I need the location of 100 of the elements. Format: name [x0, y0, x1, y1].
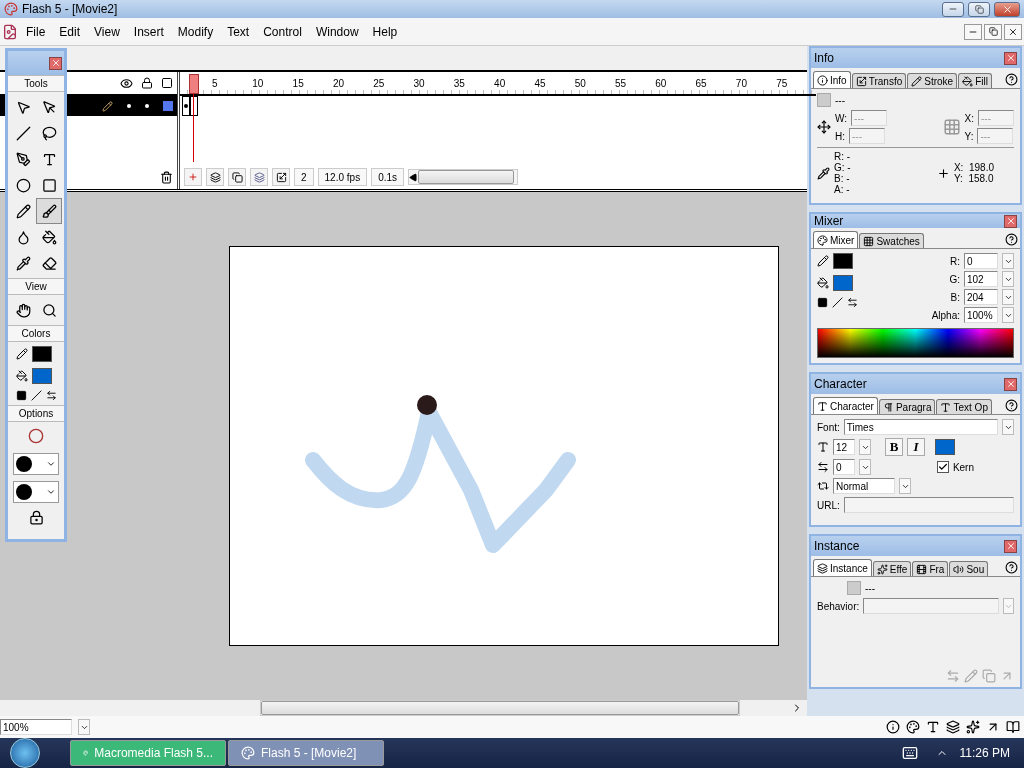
lock-dot[interactable]	[145, 104, 149, 108]
italic-button[interactable]: I	[907, 438, 925, 456]
menu-item[interactable]: Window	[309, 22, 365, 41]
channel-field[interactable]: 204	[964, 289, 998, 305]
eye-icon[interactable]	[120, 76, 133, 90]
channel-field[interactable]: 100%	[964, 307, 998, 323]
text-icon[interactable]	[926, 720, 940, 734]
maximize-button[interactable]	[968, 1, 990, 17]
swap-colors-icon[interactable]	[45, 390, 57, 401]
menu-item[interactable]: Insert	[127, 22, 170, 41]
dropdown-button[interactable]	[859, 439, 871, 455]
channel-field[interactable]: 0	[964, 253, 998, 269]
stroke-color-swatch[interactable]	[31, 346, 52, 362]
position-field[interactable]: ---	[978, 110, 1014, 126]
font-field[interactable]: Times	[843, 419, 999, 435]
panel-tab[interactable]: Transfo	[851, 73, 907, 88]
close-button[interactable]	[1004, 51, 1017, 65]
lock-icon[interactable]	[141, 77, 153, 89]
tracking-field[interactable]: 0	[833, 459, 855, 475]
panel-tab[interactable]: Fra	[912, 561, 949, 576]
keyboard-icon[interactable]	[901, 745, 918, 761]
panel-tab[interactable]: Info	[813, 71, 851, 88]
menu-item[interactable]: Control	[257, 22, 308, 41]
close-button[interactable]	[1004, 539, 1017, 553]
text-color-swatch[interactable]	[935, 439, 955, 455]
onion-skin-button[interactable]	[206, 168, 224, 186]
dropdown-button[interactable]	[1002, 289, 1014, 305]
behavior-select[interactable]	[863, 598, 999, 614]
onion-markers-button[interactable]	[272, 168, 290, 186]
document-icon[interactable]	[2, 23, 18, 40]
panel-tab[interactable]: Text Op	[936, 399, 992, 414]
restore-button[interactable]	[984, 23, 1002, 40]
minimize-button[interactable]	[942, 1, 964, 17]
close-button[interactable]	[49, 56, 62, 70]
dropdown-button[interactable]	[1002, 253, 1014, 269]
zoom-field[interactable]: 100%	[0, 719, 72, 735]
default-colors-icon[interactable]	[15, 390, 27, 401]
color-spectrum[interactable]	[817, 328, 1014, 358]
default-colors-icon[interactable]	[817, 297, 828, 308]
brush-tool-button[interactable]	[36, 198, 62, 224]
onion-outline-button[interactable]	[228, 168, 246, 186]
panel-tab[interactable]: Instance	[813, 559, 872, 576]
no-color-icon[interactable]	[832, 297, 843, 308]
dropdown-button[interactable]	[899, 478, 911, 494]
url-field[interactable]	[843, 497, 1014, 513]
fill-color-swatch[interactable]	[833, 275, 853, 291]
panel-tab[interactable]: Mixer	[813, 231, 859, 248]
palette-icon[interactable]	[906, 720, 920, 734]
menu-item[interactable]: Edit	[53, 22, 87, 41]
stroke-color-swatch[interactable]	[833, 253, 853, 269]
book-icon[interactable]	[1006, 720, 1020, 734]
menu-item[interactable]: Help	[366, 22, 404, 41]
help-icon[interactable]	[1005, 73, 1018, 86]
help-icon[interactable]	[1005, 399, 1018, 412]
help-icon[interactable]	[1005, 233, 1018, 246]
dropdown-button[interactable]	[859, 459, 871, 475]
channel-field[interactable]: 102	[964, 271, 998, 287]
minimize-button[interactable]	[964, 23, 982, 40]
dropdown-button[interactable]	[1002, 307, 1014, 323]
panel-tab[interactable]: Sou	[949, 561, 989, 576]
outline-icon[interactable]	[161, 77, 173, 89]
sparkles-icon[interactable]	[966, 720, 980, 734]
baseline-select[interactable]: Normal	[833, 478, 895, 494]
stage-scrollbar[interactable]	[260, 700, 740, 716]
lock-fill-icon[interactable]	[28, 510, 44, 525]
swap-colors-icon[interactable]	[847, 297, 858, 308]
panel-tab[interactable]: Stroke	[907, 73, 958, 88]
timeline-scrollbar[interactable]	[408, 169, 519, 185]
font-size-field[interactable]: 12	[833, 439, 855, 455]
panel-tab[interactable]: Paragra	[878, 399, 936, 414]
no-color-icon[interactable]	[30, 390, 42, 401]
visibility-dot[interactable]	[127, 104, 131, 108]
brush-mode-icon[interactable]	[28, 428, 44, 444]
position-field[interactable]: ---	[977, 128, 1014, 144]
close-button[interactable]	[1004, 214, 1017, 228]
info-icon[interactable]	[886, 720, 900, 734]
size-field[interactable]: ---	[851, 110, 888, 126]
panel-tab[interactable]: Swatches	[859, 233, 924, 248]
size-field[interactable]: ---	[849, 128, 885, 144]
panel-tab[interactable]: Fill	[958, 73, 992, 88]
kern-checkbox[interactable]	[936, 461, 949, 473]
layers-icon[interactable]	[946, 720, 960, 734]
trash-icon[interactable]	[160, 170, 173, 184]
menu-item[interactable]: Modify	[171, 22, 220, 41]
menu-item[interactable]: Text	[221, 22, 256, 41]
fill-color-swatch[interactable]	[31, 368, 52, 384]
panel-tab[interactable]: Effe	[872, 561, 912, 576]
close-button[interactable]	[1004, 23, 1022, 40]
menu-item[interactable]: File	[20, 22, 52, 41]
start-button[interactable]	[10, 738, 40, 768]
brush-shape-select[interactable]	[13, 481, 59, 503]
panel-tab[interactable]: Character	[813, 397, 878, 414]
close-button[interactable]	[1004, 377, 1017, 391]
bold-button[interactable]: B	[885, 438, 903, 456]
dropdown-button[interactable]	[78, 719, 90, 735]
dropdown-button[interactable]	[1002, 419, 1014, 435]
help-icon[interactable]	[1005, 561, 1018, 574]
brush-size-select[interactable]	[13, 453, 59, 475]
dropdown-button[interactable]	[1002, 271, 1014, 287]
menu-item[interactable]: View	[88, 22, 126, 41]
